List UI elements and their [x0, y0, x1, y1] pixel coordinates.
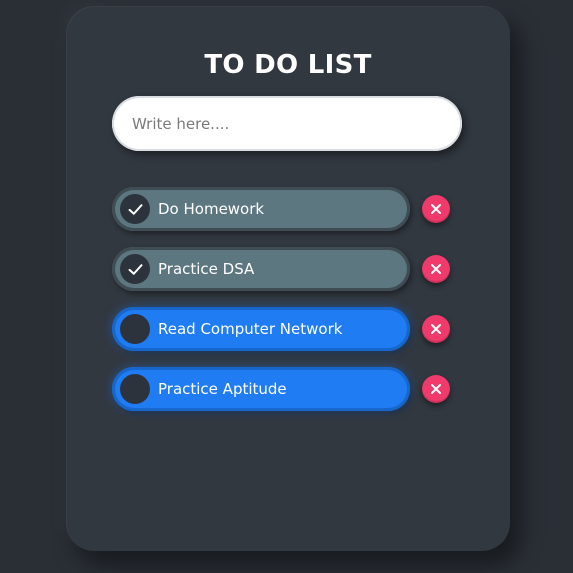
- todo-card: TO DO LIST Do Homework Practice DSA: [66, 6, 510, 551]
- task-list: Do Homework Practice DSA Read Computer N…: [112, 187, 462, 427]
- check-icon: [120, 194, 150, 224]
- task-label: Read Computer Network: [158, 320, 343, 338]
- close-icon: [431, 204, 441, 214]
- close-icon: [431, 264, 441, 274]
- task-label: Practice Aptitude: [158, 380, 287, 398]
- task-item: Practice DSA: [112, 247, 462, 291]
- delete-task-button[interactable]: [422, 195, 450, 223]
- check-icon: [120, 254, 150, 284]
- page-title: TO DO LIST: [204, 50, 372, 80]
- task-label: Practice DSA: [158, 260, 255, 278]
- unchecked-circle-icon: [120, 314, 150, 344]
- delete-task-button[interactable]: [422, 375, 450, 403]
- delete-task-button[interactable]: [422, 255, 450, 283]
- task-toggle[interactable]: Practice Aptitude: [112, 367, 410, 411]
- task-toggle[interactable]: Read Computer Network: [112, 307, 410, 351]
- task-input[interactable]: [112, 96, 462, 151]
- task-toggle[interactable]: Practice DSA: [112, 247, 410, 291]
- task-input-container: [112, 96, 462, 151]
- unchecked-circle-icon: [120, 374, 150, 404]
- task-item: Read Computer Network: [112, 307, 462, 351]
- task-item: Do Homework: [112, 187, 462, 231]
- close-icon: [431, 384, 441, 394]
- task-item: Practice Aptitude: [112, 367, 462, 411]
- close-icon: [431, 324, 441, 334]
- task-toggle[interactable]: Do Homework: [112, 187, 410, 231]
- task-label: Do Homework: [158, 200, 265, 218]
- delete-task-button[interactable]: [422, 315, 450, 343]
